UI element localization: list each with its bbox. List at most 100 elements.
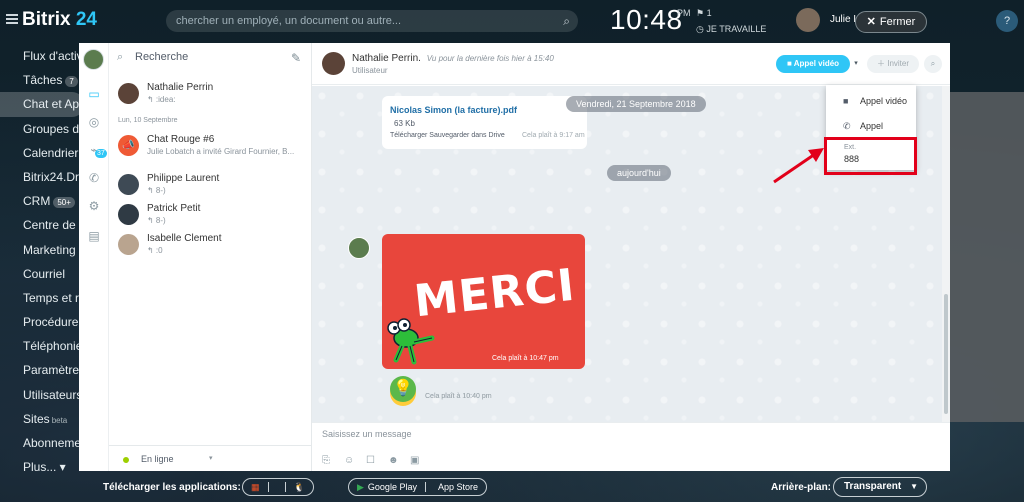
portal-menu-item[interactable]: Tâches 7 [0,68,84,92]
input-toolbar: ⎘ ☺ ☐ ☻ ▣ [322,455,432,466]
video-call-button[interactable]: ■ Appel vidéo [776,55,850,73]
attach-icon[interactable]: ⎘ [322,455,344,466]
portal-menu-item[interactable]: Téléphonie [0,334,84,358]
last-message: ↰ 8-) [147,186,166,195]
close-icon: ✕ [866,16,876,28]
portal-menu-label: Sites [23,411,50,426]
recent-search[interactable]: ⌕ Recherche [117,51,188,64]
portal-menu-item[interactable]: Abonnement [0,431,84,455]
portal-menu-item[interactable]: Paramètres [0,358,84,382]
notifications-badge: 37 [95,149,107,158]
phone-icon[interactable]: ✆ [87,171,101,185]
open-lines-icon[interactable]: ◎ [87,115,101,129]
portal-menu-item[interactable]: Flux d'activité [0,44,84,68]
linux-icon[interactable]: 🐧 [294,482,305,493]
clock-ampm: PM [677,8,691,18]
portal-menu-label: Procédure d'affaires [23,315,84,330]
google-play-icon: ▶ [357,481,364,492]
portal-menu-counter: 50+ [53,197,75,209]
smile-icon[interactable]: ☻ [388,455,410,466]
chevron-down-icon: ▼ [910,482,918,491]
portal-menu-counter: 7 [65,76,78,88]
portal-menu-item[interactable]: Bitrix24.Drive [0,165,84,189]
portal-menu-item[interactable]: Chat et Appels [0,92,84,117]
chat-search-icon[interactable]: ⌕ [924,55,942,73]
portal-search-input[interactable]: chercher un employé, un document ou autr… [166,10,578,32]
new-chat-icon[interactable]: ✎ [291,51,301,65]
frog-sticker-icon [387,318,435,365]
list-item[interactable]: Nathalie Perrin ↰ :idea: [109,77,312,116]
call-menu-chevron-icon[interactable]: ▾ [851,56,861,72]
mention-icon[interactable]: ☺ [344,455,366,466]
status-selector[interactable]: En ligne ▾ [109,445,312,471]
chat-scrollbar[interactable] [942,86,950,422]
portal-menu-item[interactable]: CRM 50+ [0,189,84,213]
scrollbar-thumb[interactable] [944,294,948,414]
clock[interactable]: 10:48 [610,4,683,36]
settings-icon[interactable]: ⚙ [87,199,101,213]
portal-menu-item[interactable]: Sites beta [0,407,84,431]
bitrix-logo[interactable]: Bitrix 24 [22,9,97,31]
my-avatar[interactable] [83,49,104,70]
background-label: Arrière-plan: [771,482,832,493]
search-icon[interactable]: ⌕ [563,10,570,32]
chat-title[interactable]: Nathalie Perrin. Vu pour la dernière foi… [352,53,554,64]
avatar[interactable] [322,52,345,75]
disk-icon[interactable]: ▣ [410,455,432,466]
portal-menu-item[interactable]: Marketing CRM [0,238,84,262]
portal-menu-item[interactable]: Calendrier [0,141,84,165]
avatar [118,234,139,255]
message-input[interactable]: Saisissez un message ⎘ ☺ ☐ ☻ ▣ [312,422,950,471]
avatar [118,83,139,104]
recent-list: Nathalie Perrin ↰ :idea: 📣 Chat Rouge #6… [109,77,312,267]
contact-name: Philippe Laurent [147,173,220,184]
portal-menu-item[interactable]: Centre de contact [0,213,84,237]
file-actions[interactable]: Télécharger Sauvegarder dans Drive [390,132,505,139]
date-separator: Vendredi, 21 Septembre 2018 [566,96,706,112]
portal-menu-item[interactable]: Temps et rapports [0,286,84,310]
last-message: ↰ :0 [147,246,163,255]
video-camera-icon: ■ [843,96,849,106]
avatar[interactable] [348,237,370,259]
quote-icon[interactable]: ☐ [366,455,388,466]
portal-menu-label: CRM [23,194,51,209]
portal-menu-item[interactable]: Courriel [0,262,84,286]
work-status[interactable]: ◷ JE TRAVAILLE [696,24,766,35]
video-call-menu-item[interactable]: ■ Appel vidéo [826,90,916,112]
portal-top-bar: Bitrix 24 chercher un employé, un docume… [0,0,1024,42]
beta-label: beta [51,415,68,425]
windows-icon[interactable]: ▦ [251,482,260,493]
portal-menu-label: Tâches [23,73,63,88]
close-messenger-button[interactable]: ✕ Fermer [855,11,927,33]
background-select[interactable]: Transparent ▼ [833,477,927,497]
portal-left-menu: Flux d'activité Tâches7 Chat et Appels Grou… [0,44,84,479]
call-menu-item[interactable]: ✆ Appel [826,115,916,137]
last-seen: Vu pour la dernière fois hier à 15:40 [426,54,554,63]
highlight-box [824,137,917,175]
portal-menu-label: Bitrix24.Drive [23,169,84,184]
contact-name: Chat Rouge #6 [147,134,215,145]
list-item[interactable]: 📣 Chat Rouge #6 Julie Lobatch a invité G… [109,129,312,168]
file-link[interactable]: Nicolas Simon (la facture).pdf [390,105,517,115]
app-store-link[interactable]: App Store [438,482,478,492]
portal-menu-item[interactable]: Procédure d'affaires [0,310,84,334]
list-item[interactable]: Isabelle Clement ↰ :0 [109,228,312,267]
portal-menu-label: Paramètres [23,363,84,378]
portal-menu-item[interactable]: Utilisateurs [0,383,84,407]
portal-menu-label: Flux d'activité [23,49,84,63]
file-size: 63 Kb [394,119,415,128]
portal-content-panel [950,92,1024,422]
user-avatar[interactable] [796,8,820,32]
portal-menu-item[interactable]: Groupes de travail [0,117,84,141]
help-button[interactable]: ? [996,10,1018,32]
google-play-link[interactable]: Google Play [368,482,417,492]
flag-counter[interactable]: ⚑ 1 [696,8,712,19]
avatar [118,204,139,225]
list-item[interactable]: Patrick Petit ↰ 8-) [109,198,312,228]
chat-icon[interactable]: ▭ [87,87,101,101]
portal-menu-label: Chat et Appels [23,97,84,112]
menu-toggle-icon[interactable] [6,14,18,24]
invite-button[interactable]: ＋ Inviter [867,55,919,73]
list-item[interactable]: Philippe Laurent ↰ 8-) [109,168,312,198]
notes-icon[interactable]: ▤ [87,229,101,243]
